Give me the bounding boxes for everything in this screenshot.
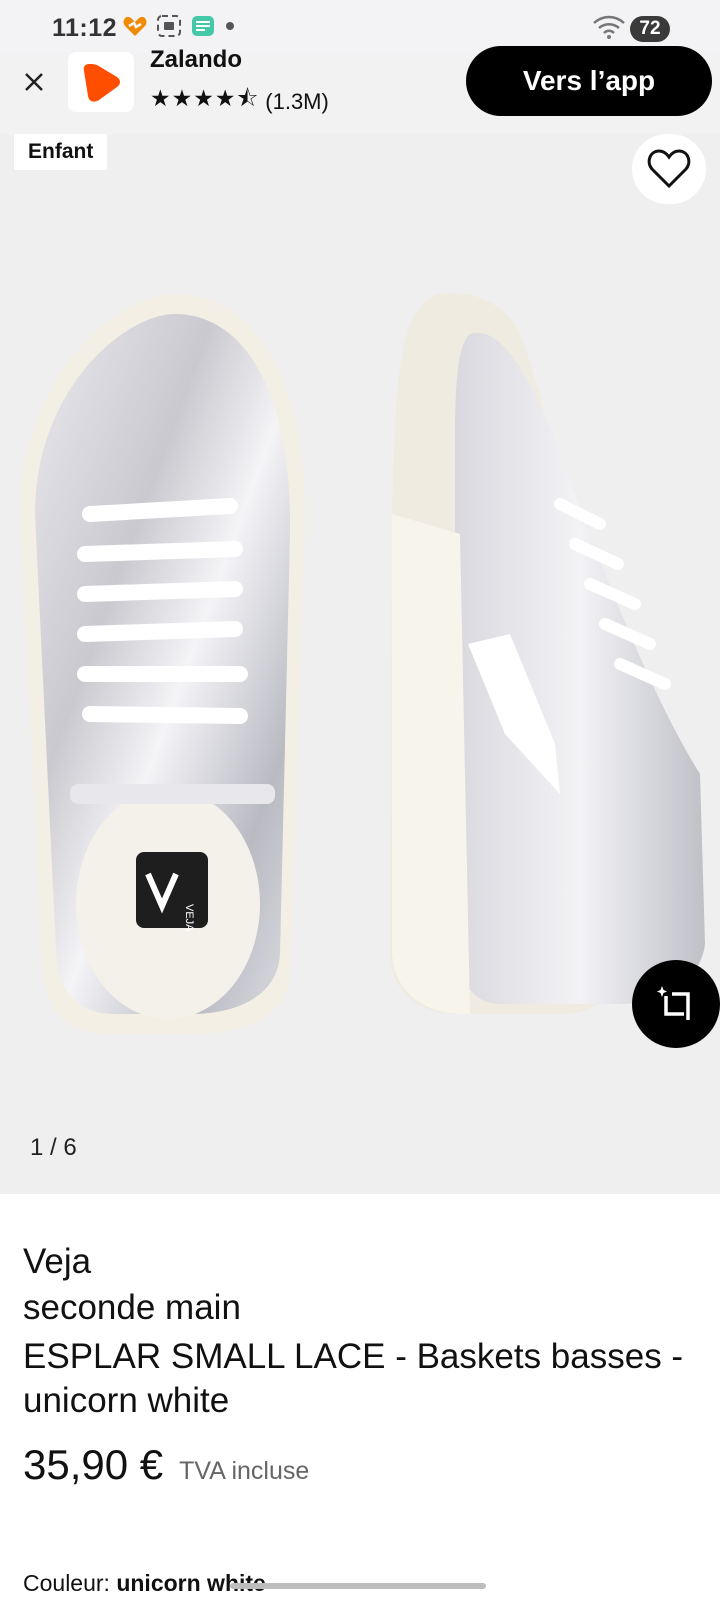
status-bar: 11:12 72 — [0, 0, 720, 52]
dot-icon — [226, 22, 234, 30]
zalando-logo-icon — [83, 64, 120, 102]
heart-icon — [647, 149, 691, 189]
price-row: 35,90 € TVA incluse — [23, 1441, 309, 1489]
status-time: 11:12 — [52, 14, 118, 42]
screenshot-icon — [157, 15, 181, 37]
product-brand[interactable]: Veja — [23, 1242, 91, 1282]
battery-indicator: 72 — [630, 16, 670, 42]
messages-app-icon — [192, 16, 214, 36]
rating-count: (1.3M) — [265, 88, 329, 114]
crop-sparkle-icon — [657, 986, 690, 1020]
home-indicator[interactable] — [230, 1583, 486, 1589]
close-banner-button[interactable] — [18, 66, 50, 98]
app-install-banner: Zalando ★★★★⯪ (1.3M) Vers l’app — [0, 46, 720, 134]
vat-note: TVA incluse — [179, 1457, 310, 1485]
product-price: 35,90 € — [23, 1441, 164, 1488]
insole-brand-text: VEJA — [183, 904, 195, 932]
app-name: Zalando — [150, 46, 243, 73]
wifi-icon — [593, 15, 625, 39]
zalando-app-logo — [68, 52, 134, 112]
gallery-pager: 1 / 6 — [30, 1134, 77, 1161]
product-image-gallery[interactable]: VEJA Enfant 1 / 6 — [0, 134, 720, 1194]
rating-stars: ★★★★⯪ — [150, 85, 260, 111]
visual-search-button[interactable] — [632, 960, 720, 1048]
heart-badge-icon — [123, 16, 147, 36]
product-image: VEJA — [20, 292, 705, 1034]
favorite-button[interactable] — [632, 134, 706, 204]
color-label: Couleur: — [23, 1570, 110, 1596]
product-title: ESPLAR SMALL LACE - Baskets basses - uni… — [23, 1337, 684, 1420]
close-icon — [25, 73, 43, 91]
status-notification-icons — [122, 14, 236, 38]
app-rating: ★★★★⯪ (1.3M) — [150, 82, 329, 121]
open-app-button[interactable]: Vers l’app — [466, 46, 712, 116]
product-condition: seconde main — [23, 1288, 241, 1327]
color-selector: Couleur: unicorn white — [23, 1570, 266, 1597]
category-badge: Enfant — [14, 134, 108, 170]
